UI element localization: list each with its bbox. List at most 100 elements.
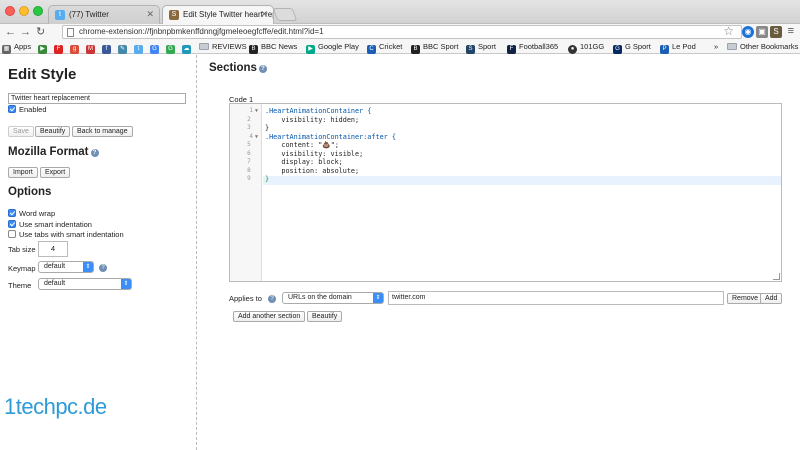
extension-shield-icon[interactable]: ▣ — [756, 26, 768, 38]
tabs-smart-indent-checkbox[interactable] — [8, 230, 16, 238]
code-editor[interactable]: 1 ▼ 2 3 4 ▼ 5 6 7 8 9 .HeartAnimationConta… — [229, 103, 782, 282]
bbc-icon: B — [411, 45, 420, 54]
chevron-updown-icon: ⇕ — [121, 279, 131, 289]
bookmarks-overflow-icon[interactable]: » — [714, 41, 718, 53]
bookmark-sport[interactable]: S Sport — [466, 41, 496, 54]
line-number: 3 — [247, 124, 258, 131]
forward-arrow-icon[interactable]: → — [20, 25, 31, 39]
facebook-icon: f — [102, 45, 111, 54]
code-line: .HeartAnimationContainer { — [265, 107, 372, 115]
line-number: 8 — [247, 166, 258, 174]
bookmark-pin-icon[interactable]: ✎ — [118, 41, 130, 54]
theme-label: Theme — [8, 281, 32, 290]
bookmark-bbc-news[interactable]: B BBC News — [249, 41, 297, 54]
bookmark-cloud-icon[interactable]: ☁ — [182, 41, 194, 54]
import-button[interactable]: Import — [8, 167, 38, 178]
enabled-checkbox[interactable] — [8, 105, 16, 113]
tab-twitter[interactable]: t (77) Twitter ✕ — [48, 5, 160, 24]
tabs-smart-indent-row[interactable]: Use tabs with smart indentation — [8, 230, 124, 239]
help-icon[interactable]: ? — [99, 264, 107, 272]
bookmark-le-pod[interactable]: P Le Pod — [660, 41, 696, 54]
add-button[interactable]: Add — [760, 293, 783, 304]
keymap-select[interactable]: default ⇕ — [38, 261, 94, 273]
add-another-section-button[interactable]: Add another section — [233, 311, 306, 322]
bookmark-bbc-sport[interactable]: B BBC Sport — [411, 41, 458, 54]
twitter-icon: t — [55, 10, 65, 20]
google-play-icon: ▶ — [306, 45, 315, 54]
football-icon: F — [507, 45, 516, 54]
bookmark-other[interactable]: Other Bookmarks — [727, 41, 798, 53]
remove-button[interactable]: Remove — [727, 293, 764, 304]
bookmark-red-icon[interactable]: F — [54, 41, 66, 54]
tab-size-input[interactable]: 4 — [38, 241, 68, 257]
back-arrow-icon[interactable]: ← — [5, 25, 16, 39]
address-bar[interactable]: chrome-extension://fjnbnpbmkenffdnngjfgm… — [62, 25, 742, 39]
bookmark-twitter-icon[interactable]: t — [134, 41, 146, 54]
line-number: 4 ▼ — [249, 132, 258, 140]
back-to-manage-button[interactable]: Back to manage — [72, 126, 133, 137]
fold-arrow-icon[interactable]: ▼ — [255, 108, 258, 114]
bookmark-mail-icon[interactable]: M — [86, 41, 98, 54]
extension-globe-icon[interactable]: ◉ — [742, 26, 754, 38]
word-wrap-checkbox[interactable] — [8, 209, 16, 217]
applies-to-select[interactable]: URLs on the domain ⇕ — [282, 292, 384, 304]
bookmark-blue-icon[interactable]: f — [102, 41, 114, 54]
export-button[interactable]: Export — [40, 167, 71, 178]
bookmark-g-sport[interactable]: GG Sport — [613, 41, 651, 54]
line-number: 5 — [247, 141, 258, 148]
bookmark-play-icon[interactable]: ▶ — [38, 41, 50, 54]
help-icon[interactable]: ? — [258, 65, 267, 73]
save-button[interactable]: Save — [8, 126, 34, 137]
code-line: display: block; — [265, 158, 343, 166]
guardian-icon: G — [613, 45, 622, 54]
enabled-label: Enabled — [19, 105, 47, 114]
tab-edit-style[interactable]: S Edit Style Twitter heart rep ✕ — [162, 5, 274, 24]
close-icon[interactable]: ✕ — [146, 9, 154, 20]
fold-arrow-icon[interactable]: ▼ — [255, 134, 258, 140]
bookmark-star-icon[interactable]: ☆ — [723, 24, 734, 38]
tabs-smart-indent-label: Use tabs with smart indentation — [19, 230, 124, 239]
bookmark-google2-icon[interactable]: G — [166, 41, 178, 54]
tab-label: (77) Twitter — [69, 10, 109, 19]
stylish-icon: S — [169, 10, 179, 20]
smart-indent-row[interactable]: Use smart indentation — [8, 220, 92, 229]
bookmark-gplus-icon[interactable]: g — [70, 41, 82, 54]
beautify-button[interactable]: Beautify — [35, 126, 71, 137]
bookmark-football365[interactable]: F Football365 — [507, 41, 558, 54]
bookmark-google-play[interactable]: ▶ Google Play — [306, 41, 359, 54]
reload-icon[interactable]: ↻ — [36, 25, 45, 39]
bookmark-cricket[interactable]: C Cricket — [367, 41, 402, 54]
word-wrap-label: Word wrap — [19, 209, 56, 218]
play-icon: ▶ — [38, 45, 47, 54]
google-icon: G — [150, 45, 159, 54]
enabled-checkbox-row[interactable]: Enabled — [8, 105, 47, 114]
help-icon[interactable]: ? — [90, 149, 99, 157]
style-name-input[interactable]: Twitter heart replacement — [8, 93, 186, 104]
smart-indent-checkbox[interactable] — [8, 220, 16, 228]
keymap-label: Keymap — [8, 264, 36, 273]
theme-select[interactable]: default ⇕ — [38, 278, 132, 290]
resize-handle[interactable] — [773, 273, 780, 280]
bookmark-101gg[interactable]: ● 101GG — [568, 41, 604, 54]
domain-input[interactable]: twitter.com — [388, 291, 724, 305]
bookmark-google-icon[interactable]: G — [150, 41, 162, 54]
style-settings-panel: Edit Style Twitter heart replacement Ena… — [0, 55, 196, 450]
minimize-window-button[interactable] — [19, 6, 29, 16]
new-tab-button[interactable] — [272, 8, 298, 21]
tab-bar: t (77) Twitter ✕ S Edit Style Twitter he… — [0, 0, 800, 24]
bookmark-apps[interactable]: ▦ Apps — [2, 41, 31, 54]
word-wrap-row[interactable]: Word wrap — [8, 209, 55, 218]
panel-divider — [196, 55, 197, 450]
chevron-updown-icon: ⇕ — [373, 293, 383, 303]
code-line: } — [265, 124, 270, 132]
bookmark-reviews[interactable]: REVIEWS — [199, 41, 247, 53]
close-icon[interactable]: ✕ — [260, 9, 268, 20]
menu-icon[interactable]: ≡ — [788, 25, 794, 37]
help-icon[interactable]: ? — [268, 295, 277, 303]
stylish-extension-icon[interactable]: S — [770, 26, 782, 38]
beautify-section-button[interactable]: Beautify — [307, 311, 343, 322]
google-icon: G — [166, 45, 175, 54]
zoom-window-button[interactable] — [33, 6, 43, 16]
google-plus-icon: g — [70, 45, 79, 54]
close-window-button[interactable] — [5, 6, 15, 16]
